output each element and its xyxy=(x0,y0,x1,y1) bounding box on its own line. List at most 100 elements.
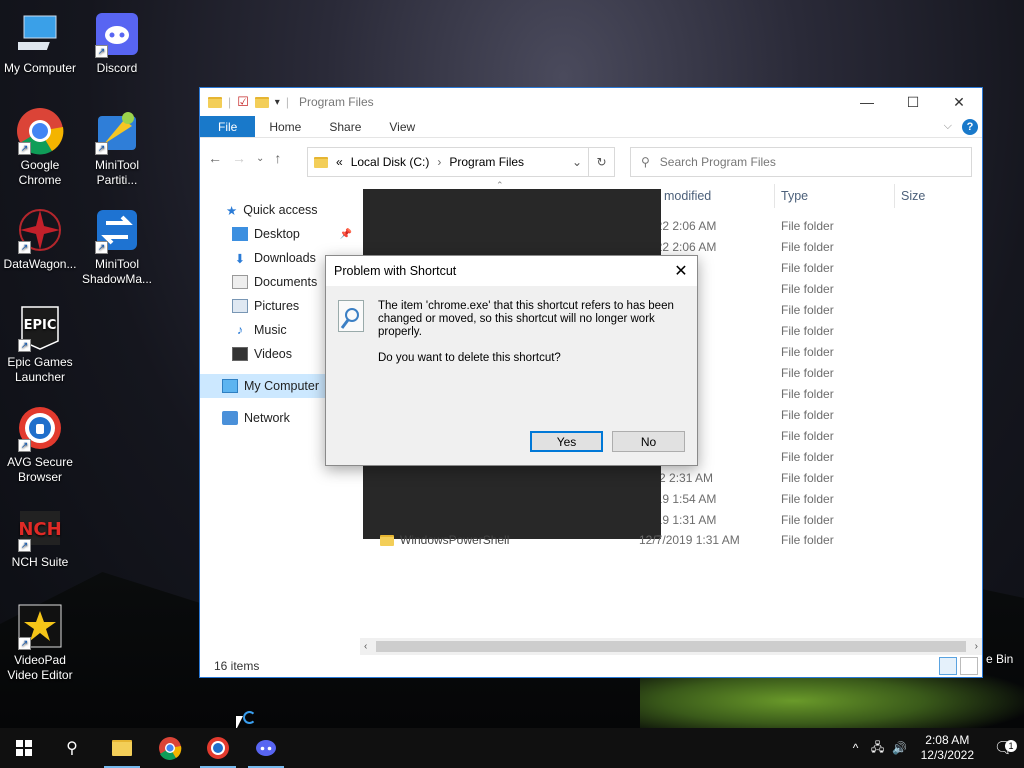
notification-count: 1 xyxy=(1005,740,1017,752)
recent-locations-icon[interactable]: ⌄ xyxy=(256,153,264,164)
network-icon[interactable]: 🖧 xyxy=(867,738,889,759)
file-row[interactable]: 2022 2:31 AM File folder xyxy=(639,467,901,488)
breadcrumb-separator-icon: › xyxy=(437,155,442,169)
file-type: File folder xyxy=(781,218,834,233)
pin-icon[interactable]: 📌 xyxy=(340,229,352,240)
videos-icon xyxy=(232,347,248,361)
column-header-size[interactable]: Size xyxy=(895,184,975,208)
tab-view[interactable]: View xyxy=(375,116,429,137)
new-folder-icon[interactable] xyxy=(254,96,269,108)
desktop-icon-my-computer[interactable]: My Computer xyxy=(0,10,80,76)
avg-browser-icon xyxy=(207,737,229,759)
close-icon[interactable]: ✕ xyxy=(665,261,697,281)
file-row[interactable]: /2019 1:54 AM File folder xyxy=(639,488,901,509)
action-center-button[interactable]: 🗨 1 xyxy=(984,738,1024,758)
explorer-titlebar[interactable]: | ☑ ▾ | Program Files — ☐ ✕ xyxy=(200,88,982,116)
expand-ribbon-icon[interactable]: ⌵ xyxy=(944,120,952,133)
window-title: Program Files xyxy=(298,95,374,109)
file-row[interactable]: /2022 2:06 AM File folder xyxy=(639,236,901,257)
desktop-icon xyxy=(232,227,248,241)
breadcrumb-program-files[interactable]: Program Files xyxy=(449,155,524,169)
file-type: File folder xyxy=(781,533,834,547)
file-type: File folder xyxy=(781,239,834,254)
up-arrow-icon[interactable]: ↑ xyxy=(274,150,281,166)
file-type: File folder xyxy=(781,407,834,422)
file-type: File folder xyxy=(781,365,834,380)
desktop-icon-recycle-bin[interactable]: e Bin xyxy=(986,652,1013,666)
scroll-right-icon[interactable]: › xyxy=(975,641,978,652)
nch-suite-icon: NCH ↗ xyxy=(16,504,64,552)
desktop-icon-avg-browser[interactable]: ↗ AVG Secure Browser xyxy=(0,404,80,485)
column-header-type[interactable]: Type xyxy=(775,184,895,208)
file-type: File folder xyxy=(781,281,834,296)
scroll-left-icon[interactable]: ‹ xyxy=(364,641,367,652)
tab-home[interactable]: Home xyxy=(255,116,315,137)
desktop-icon-label: VideoPad Video Editor xyxy=(7,653,73,682)
dialog-title: Problem with Shortcut xyxy=(334,264,457,278)
minimize-icon[interactable]: — xyxy=(844,94,890,111)
desktop-icon-label: MiniTool Partiti... xyxy=(94,158,139,187)
pictures-icon xyxy=(232,299,248,313)
properties-check-icon[interactable]: ☑ xyxy=(237,94,249,110)
search-button[interactable]: ⚲ xyxy=(48,728,96,768)
item-count: 16 items xyxy=(214,659,260,673)
customize-qat-icon[interactable]: ▾ xyxy=(275,97,280,108)
nav-quick-access[interactable]: ★ Quick access xyxy=(200,198,360,222)
file-row[interactable]: /2022 2:06 AM File folder xyxy=(639,215,901,236)
address-prefix: « xyxy=(336,155,343,169)
desktop-icon-nch-suite[interactable]: NCH ↗ NCH Suite xyxy=(0,504,80,570)
tab-file[interactable]: File xyxy=(200,116,256,137)
details-view-icon[interactable] xyxy=(939,657,957,675)
file-modified: 12/7/2019 1:31 AM xyxy=(639,533,740,547)
start-button[interactable] xyxy=(0,728,48,768)
shortcut-arrow-icon: ↗ xyxy=(18,241,31,254)
close-icon[interactable]: ✕ xyxy=(936,94,982,111)
shortcut-arrow-icon: ↗ xyxy=(18,637,31,650)
no-button[interactable]: No xyxy=(612,431,685,452)
tab-share[interactable]: Share xyxy=(315,116,375,137)
desktop-icon-datawagon[interactable]: ↗ DataWagon... xyxy=(0,206,80,272)
shortcut-arrow-icon: ↗ xyxy=(95,241,108,254)
clock[interactable]: 2:08 AM 12/3/2022 xyxy=(911,733,984,763)
desktop-icon-label: NCH Suite xyxy=(11,555,69,569)
file-row-windowspowershell[interactable]: WindowsPowerShell xyxy=(380,533,509,547)
discord-icon: ↗ xyxy=(93,10,141,58)
search-icon: ⚲ xyxy=(641,155,650,169)
taskbar-discord[interactable] xyxy=(242,728,290,768)
maximize-icon[interactable]: ☐ xyxy=(890,94,936,111)
horizontal-scrollbar[interactable]: ‹ › xyxy=(360,638,982,655)
folder-icon xyxy=(208,96,222,108)
scrollbar-thumb[interactable] xyxy=(376,641,966,652)
large-icons-view-icon[interactable] xyxy=(960,657,978,675)
file-type: File folder xyxy=(781,323,834,338)
file-row[interactable]: /2019 1:31 AM File folder xyxy=(639,509,901,530)
avg-browser-icon: ↗ xyxy=(16,404,64,452)
refresh-icon[interactable]: ↻ xyxy=(589,147,615,177)
nav-desktop[interactable]: Desktop 📌 xyxy=(200,222,360,246)
yes-button[interactable]: Yes xyxy=(530,431,603,452)
clock-date: 12/3/2022 xyxy=(920,748,974,762)
forward-arrow-icon[interactable]: → xyxy=(232,150,246,166)
desktop-icon-discord[interactable]: ↗ Discord xyxy=(77,10,157,76)
taskbar-chrome[interactable] xyxy=(146,728,194,768)
back-arrow-icon[interactable]: ← xyxy=(208,150,222,166)
nav-label: Downloads xyxy=(254,251,316,265)
address-bar[interactable]: « Local Disk (C:) › Program Files ⌄ xyxy=(307,147,589,177)
breadcrumb-local-disk[interactable]: Local Disk (C:) xyxy=(351,155,430,169)
taskbar-avg-browser[interactable] xyxy=(194,728,242,768)
desktop-icon-google-chrome[interactable]: ↗ Google Chrome xyxy=(0,107,80,188)
help-icon[interactable]: ? xyxy=(962,118,978,135)
taskbar-file-explorer[interactable] xyxy=(98,728,146,768)
address-dropdown-icon[interactable]: ⌄ xyxy=(572,155,582,169)
desktop-icon-epic-games[interactable]: EPIC ↗ Epic Games Launcher xyxy=(0,304,80,385)
desktop-icon-minitool-partition[interactable]: ↗ MiniTool Partiti... xyxy=(77,107,157,188)
file-type: File folder xyxy=(781,512,834,527)
desktop-icon-minitool-shadowmaker[interactable]: ↗ MiniTool ShadowMa... xyxy=(77,206,157,287)
volume-icon[interactable]: 🔊 xyxy=(889,741,911,755)
search-input[interactable]: ⚲ Search Program Files xyxy=(630,147,972,177)
shortcut-arrow-icon: ↗ xyxy=(18,339,31,352)
nav-label: Network xyxy=(244,411,290,425)
desktop-icon-videopad[interactable]: ↗ VideoPad Video Editor xyxy=(0,602,80,683)
dialog-titlebar[interactable]: Problem with Shortcut ✕ xyxy=(326,256,697,286)
chevron-up-icon[interactable]: ^ xyxy=(845,741,867,755)
